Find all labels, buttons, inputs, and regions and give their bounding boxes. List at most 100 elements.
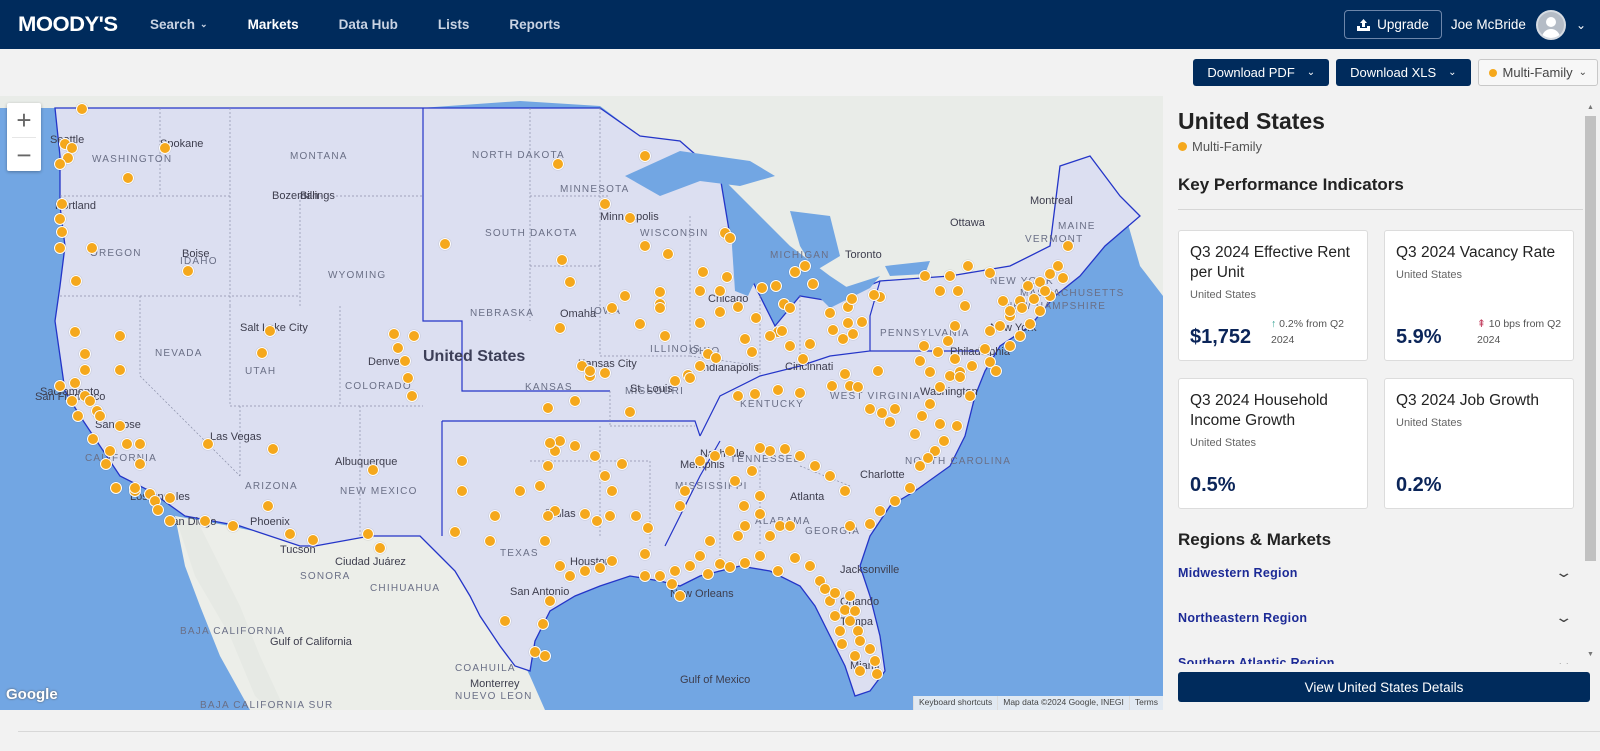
scroll-down-icon[interactable]: ▼	[1587, 651, 1594, 658]
market-marker[interactable]	[739, 557, 751, 569]
market-marker[interactable]	[76, 103, 88, 115]
market-marker[interactable]	[654, 570, 666, 582]
market-marker[interactable]	[264, 325, 276, 337]
market-marker[interactable]	[770, 280, 782, 292]
nav-lists[interactable]: Lists	[438, 17, 470, 32]
market-marker[interactable]	[709, 450, 721, 462]
market-marker[interactable]	[674, 590, 686, 602]
market-marker[interactable]	[871, 668, 883, 680]
market-marker[interactable]	[924, 398, 936, 410]
market-marker[interactable]	[256, 347, 268, 359]
market-marker[interactable]	[954, 371, 966, 383]
market-marker[interactable]	[606, 555, 618, 567]
download-pdf-button[interactable]: Download PDF ⌄	[1193, 59, 1330, 86]
nav-data-hub[interactable]: Data Hub	[339, 17, 398, 32]
zoom-in-button[interactable]: +	[7, 103, 41, 137]
market-marker[interactable]	[1014, 330, 1026, 342]
market-marker[interactable]	[854, 665, 866, 677]
market-marker[interactable]	[439, 238, 451, 250]
market-marker[interactable]	[79, 348, 91, 360]
market-marker[interactable]	[804, 560, 816, 572]
market-marker[interactable]	[307, 534, 319, 546]
market-marker[interactable]	[779, 443, 791, 455]
market-marker[interactable]	[754, 508, 766, 520]
market-marker[interactable]	[839, 485, 851, 497]
market-marker[interactable]	[362, 528, 374, 540]
map[interactable]: United States WASHINGTON OREGON IDAHO MONTA…	[0, 96, 1163, 710]
market-marker[interactable]	[847, 328, 859, 340]
kpi-card-vacancy-rate[interactable]: Q3 2024 Vacancy Rate United States 5.9% …	[1384, 230, 1574, 361]
market-marker[interactable]	[542, 460, 554, 472]
market-marker[interactable]	[1057, 272, 1069, 284]
scroll-up-icon[interactable]: ▲	[1587, 104, 1594, 111]
market-marker[interactable]	[694, 285, 706, 297]
market-marker[interactable]	[408, 330, 420, 342]
market-marker[interactable]	[966, 360, 978, 372]
market-marker[interactable]	[829, 610, 841, 622]
market-marker[interactable]	[554, 560, 566, 572]
market-marker[interactable]	[659, 330, 671, 342]
market-marker[interactable]	[594, 562, 606, 574]
market-marker[interactable]	[694, 360, 706, 372]
market-marker[interactable]	[639, 570, 651, 582]
market-marker[interactable]	[739, 333, 751, 345]
market-marker[interactable]	[836, 638, 848, 650]
market-marker[interactable]	[729, 475, 741, 487]
region-southern-atlantic[interactable]: Southern Atlantic Region ⌄	[1178, 640, 1583, 664]
market-marker[interactable]	[764, 330, 776, 342]
market-marker[interactable]	[484, 535, 496, 547]
market-marker[interactable]	[804, 338, 816, 350]
market-marker[interactable]	[56, 198, 68, 210]
market-marker[interactable]	[799, 260, 811, 272]
market-marker[interactable]	[1024, 318, 1036, 330]
market-marker[interactable]	[489, 510, 501, 522]
market-marker[interactable]	[869, 655, 881, 667]
market-marker[interactable]	[754, 442, 766, 454]
market-marker[interactable]	[624, 406, 636, 418]
market-marker[interactable]	[1052, 260, 1064, 272]
market-marker[interactable]	[579, 565, 591, 577]
market-marker[interactable]	[152, 504, 164, 516]
market-marker[interactable]	[1062, 240, 1074, 252]
market-marker[interactable]	[70, 275, 82, 287]
market-marker[interactable]	[952, 285, 964, 297]
market-marker[interactable]	[100, 458, 112, 470]
market-marker[interactable]	[756, 282, 768, 294]
market-marker[interactable]	[54, 380, 66, 392]
market-marker[interactable]	[1016, 302, 1028, 314]
market-marker[interactable]	[949, 353, 961, 365]
market-marker[interactable]	[104, 445, 116, 457]
market-marker[interactable]	[69, 326, 81, 338]
market-marker[interactable]	[666, 578, 678, 590]
market-marker[interactable]	[69, 377, 81, 389]
market-marker[interactable]	[449, 526, 461, 538]
market-marker[interactable]	[750, 312, 762, 324]
market-marker[interactable]	[374, 542, 386, 554]
market-marker[interactable]	[544, 595, 556, 607]
market-marker[interactable]	[904, 482, 916, 494]
market-marker[interactable]	[784, 302, 796, 314]
market-marker[interactable]	[697, 266, 709, 278]
market-marker[interactable]	[914, 355, 926, 367]
market-marker[interactable]	[749, 388, 761, 400]
nav-markets[interactable]: Markets	[248, 17, 299, 32]
market-marker[interactable]	[934, 418, 946, 430]
market-marker[interactable]	[199, 515, 211, 527]
market-marker[interactable]	[56, 226, 68, 238]
market-marker[interactable]	[72, 410, 84, 422]
market-marker[interactable]	[684, 372, 696, 384]
market-marker[interactable]	[591, 515, 603, 527]
market-marker[interactable]	[392, 342, 404, 354]
market-marker[interactable]	[794, 450, 806, 462]
market-marker[interactable]	[919, 270, 931, 282]
market-marker[interactable]	[679, 485, 691, 497]
panel-scroll-area[interactable]: United States Multi-Family Key Performan…	[1178, 96, 1583, 664]
market-marker[interactable]	[202, 438, 214, 450]
property-type-select[interactable]: Multi-Family ⌄	[1477, 59, 1598, 86]
google-logo[interactable]: Google	[6, 686, 58, 703]
market-marker[interactable]	[754, 490, 766, 502]
market-marker[interactable]	[959, 300, 971, 312]
market-marker[interactable]	[514, 485, 526, 497]
user-name[interactable]: Joe McBride	[1451, 17, 1526, 32]
market-marker[interactable]	[889, 495, 901, 507]
